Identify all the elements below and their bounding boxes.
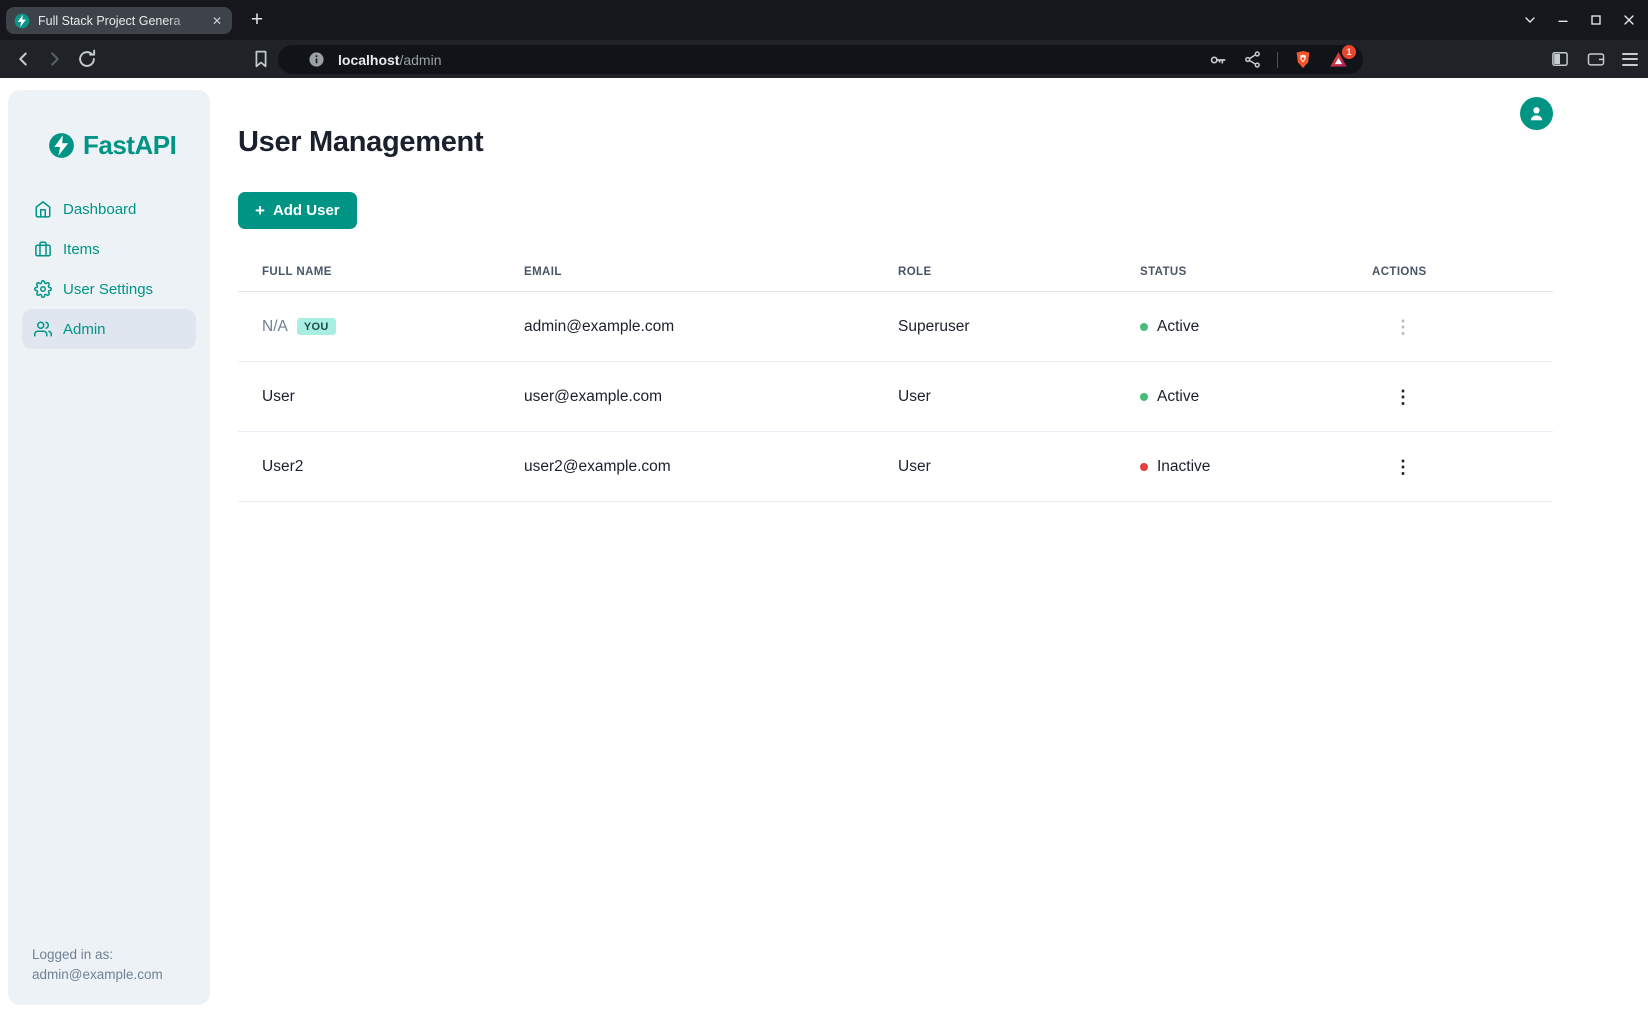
sidebar-item-items[interactable]: Items — [22, 229, 196, 269]
url-bar[interactable]: localhost/admin — [278, 45, 1363, 74]
cell-role: Superuser — [874, 318, 1116, 336]
briefcase-icon — [34, 240, 52, 258]
fastapi-logo: FastAPI — [8, 90, 210, 161]
menu-icon[interactable] — [1622, 53, 1638, 66]
bookmark-icon[interactable] — [250, 48, 272, 70]
add-user-label: Add User — [273, 202, 340, 219]
logged-in-info: Logged in as: admin@example.com — [32, 945, 163, 985]
plus-icon: + — [255, 202, 265, 219]
cell-role: User — [874, 388, 1116, 406]
url-path: /admin — [399, 52, 441, 68]
users-table: Full Name Email Role Status Actions N/A Y… — [238, 266, 1553, 502]
status-dot — [1140, 323, 1148, 331]
url-host: localhost — [338, 52, 399, 68]
cell-email: user2@example.com — [500, 458, 874, 476]
page-content: FastAPI Dashboard Items User Settings — [0, 78, 1648, 1025]
status-dot — [1140, 393, 1148, 401]
tab-close-icon[interactable]: ✕ — [210, 13, 224, 29]
header-role: Role — [874, 266, 1116, 278]
status-dot — [1140, 463, 1148, 471]
cell-status: Inactive — [1116, 458, 1348, 476]
wallet-icon[interactable] — [1586, 49, 1606, 69]
window-minimize-button[interactable] — [1554, 11, 1572, 29]
window-close-button[interactable] — [1620, 11, 1638, 29]
header-full-name: Full Name — [238, 266, 500, 278]
sidebar-item-label: Admin — [63, 321, 106, 338]
table-row: User user@example.com User Active ⋮ — [238, 362, 1553, 432]
status-label: Active — [1157, 388, 1199, 406]
row-actions-menu-button[interactable]: ⋮ — [1386, 454, 1420, 480]
forward-button[interactable] — [44, 48, 66, 70]
row-actions-menu-button[interactable]: ⋮ — [1386, 384, 1420, 410]
url-text: localhost/admin — [338, 52, 1208, 68]
page-title: User Management — [238, 126, 1648, 159]
add-user-button[interactable]: + Add User — [238, 192, 357, 229]
site-info-icon[interactable] — [308, 51, 325, 68]
fastapi-favicon-icon — [14, 13, 30, 29]
cell-email: admin@example.com — [500, 318, 874, 336]
users-icon — [34, 320, 52, 338]
table-header-row: Full Name Email Role Status Actions — [238, 266, 1553, 292]
browser-toolbar: localhost/admin — [0, 40, 1648, 78]
side-panel-icon[interactable] — [1550, 49, 1570, 69]
brave-rewards-button[interactable]: 1 — [1328, 50, 1349, 70]
header-email: Email — [500, 266, 874, 278]
sidebar: FastAPI Dashboard Items User Settings — [8, 90, 210, 1005]
table-row: N/A YOU admin@example.com Superuser Activ… — [238, 292, 1553, 362]
table-row: User2 user2@example.com User Inactive ⋮ — [238, 432, 1553, 502]
sidebar-item-label: Dashboard — [63, 201, 136, 218]
fastapi-bolt-icon — [48, 132, 75, 159]
main-content: User Management + Add User Full Name Ema… — [210, 78, 1648, 1025]
tab-title: Full Stack Project Genera — [38, 14, 202, 28]
cell-status: Active — [1116, 318, 1348, 336]
sidebar-item-admin[interactable]: Admin — [22, 309, 196, 349]
browser-window: Full Stack Project Genera ✕ + — [0, 0, 1648, 1025]
window-maximize-button[interactable] — [1587, 11, 1605, 29]
password-key-icon[interactable] — [1208, 50, 1228, 70]
you-badge: YOU — [297, 318, 336, 335]
sidebar-nav: Dashboard Items User Settings Admin — [8, 189, 210, 349]
cell-full-name: User2 — [262, 458, 303, 476]
cell-full-name: User — [262, 388, 295, 406]
tab-search-chevron-icon[interactable] — [1521, 11, 1539, 29]
browser-tab[interactable]: Full Stack Project Genera ✕ — [6, 7, 232, 34]
gear-icon — [34, 280, 52, 298]
sidebar-item-user-settings[interactable]: User Settings — [22, 269, 196, 309]
cell-status: Active — [1116, 388, 1348, 406]
logo-text: FastAPI — [83, 130, 176, 161]
header-actions: Actions — [1348, 266, 1553, 278]
home-icon — [34, 200, 52, 218]
browser-titlebar: Full Stack Project Genera ✕ + — [0, 0, 1648, 40]
share-icon[interactable] — [1243, 50, 1262, 69]
cell-role: User — [874, 458, 1116, 476]
back-button[interactable] — [12, 48, 34, 70]
sidebar-item-dashboard[interactable]: Dashboard — [22, 189, 196, 229]
toolbar-divider — [1277, 52, 1278, 68]
rewards-badge: 1 — [1342, 45, 1356, 59]
logged-in-email: admin@example.com — [32, 965, 163, 985]
sidebar-item-label: User Settings — [63, 281, 153, 298]
header-status: Status — [1116, 266, 1348, 278]
reload-button[interactable] — [76, 48, 98, 70]
logged-in-label: Logged in as: — [32, 945, 163, 965]
sidebar-item-label: Items — [63, 241, 100, 258]
new-tab-button[interactable]: + — [243, 6, 271, 34]
cell-full-name: N/A — [262, 318, 288, 336]
cell-email: user@example.com — [500, 388, 874, 406]
row-actions-menu-button[interactable]: ⋮ — [1386, 314, 1420, 340]
status-label: Active — [1157, 318, 1199, 336]
status-label: Inactive — [1157, 458, 1210, 476]
brave-shield-icon[interactable] — [1293, 49, 1313, 70]
